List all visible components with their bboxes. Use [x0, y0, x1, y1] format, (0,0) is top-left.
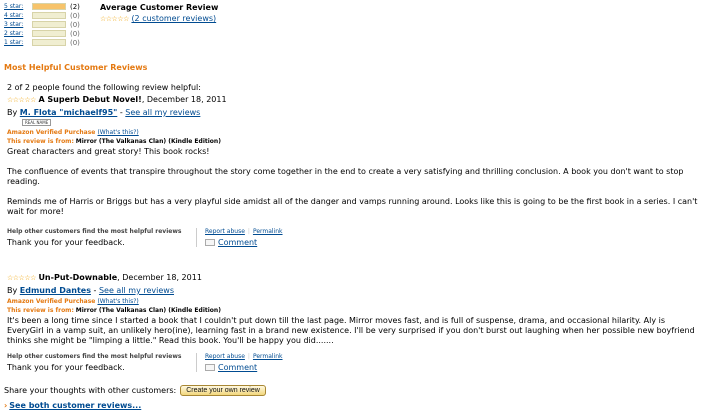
comment-link[interactable]: Comment — [218, 363, 257, 372]
histogram-bar — [32, 3, 66, 10]
review-paragraph: It's been a long time since I started a … — [7, 316, 695, 345]
review-paragraph: The confluence of events that transpire … — [7, 167, 684, 186]
histogram-bar — [32, 30, 66, 37]
permalink-link[interactable]: Permalink — [253, 353, 283, 360]
histogram-label[interactable]: 5 star: — [4, 3, 32, 10]
histogram-fill — [33, 4, 65, 9]
histogram-row-4: 4 star: (0) — [4, 11, 80, 20]
divider: | — [247, 353, 250, 360]
histogram-row-1: 1 star: (0) — [4, 38, 80, 47]
see-both-reviews-link[interactable]: See both customer reviews... — [9, 401, 141, 410]
average-rating-line: ☆☆☆☆☆ (2 customer reviews) — [100, 14, 218, 23]
by-label: By — [7, 286, 18, 295]
by-label: By — [7, 108, 18, 117]
rating-histogram: 5 star: (2) 4 star: (0) 3 star: (0) 2 st… — [4, 2, 80, 47]
review-from: This review is from: Mirror (The Valkana… — [7, 307, 702, 314]
histogram-label: 3 star: — [4, 21, 24, 28]
review-from-label: This review is from: — [7, 138, 74, 145]
histogram-count: (2) — [70, 2, 80, 11]
author-link[interactable]: M. Flota "michaelf95" — [20, 108, 118, 117]
feedback-thanks: Thank you for your feedback. — [7, 363, 125, 372]
feedback-links: Report abuse | Permalink — [205, 353, 283, 360]
review-body: Great characters and great story! This b… — [7, 147, 702, 217]
share-thoughts: Share your thoughts with other customers… — [4, 385, 266, 396]
review-date: , December 18, 2011 — [141, 95, 227, 104]
feedback-help-text: Help other customers find the most helpf… — [7, 353, 182, 360]
comment-control[interactable]: Comment — [205, 238, 283, 247]
feedback-left: Help other customers find the most helpf… — [7, 353, 197, 372]
verified-purchase: Amazon Verified Purchase (What's this?) — [7, 129, 702, 136]
histogram-row-2: 2 star: (0) — [4, 29, 80, 38]
review-title-line: ☆☆☆☆☆ Un-Put-Downable, December 18, 2011 — [7, 273, 702, 282]
review-date: , December 18, 2011 — [117, 273, 202, 282]
report-abuse-link[interactable]: Report abuse — [205, 228, 245, 235]
helpful-count: 2 of 2 people found the following review… — [7, 83, 201, 92]
feedback-thanks: Thank you for your feedback. — [7, 238, 125, 247]
create-review-button[interactable]: Create your own review — [180, 385, 266, 396]
permalink-link[interactable]: Permalink — [253, 228, 283, 235]
histogram-count: (0) — [70, 11, 80, 20]
see-all-reviews-link[interactable]: See all my reviews — [99, 286, 174, 295]
histogram-count: (0) — [70, 20, 80, 29]
comment-icon[interactable] — [205, 239, 215, 246]
histogram-count: (0) — [70, 38, 80, 47]
histogram-bar — [32, 21, 66, 28]
review-from-product: Mirror (The Valkanas Clan) (Kindle Editi… — [75, 138, 221, 145]
divider: | — [247, 228, 250, 235]
histogram-count: (0) — [70, 29, 80, 38]
histogram-label: 1 star: — [4, 39, 24, 46]
review-1: 2 of 2 people found the following review… — [7, 83, 702, 217]
comment-icon[interactable] — [205, 364, 215, 371]
histogram-label: 4 star: — [4, 12, 24, 19]
review-body: It's been a long time since I started a … — [7, 316, 702, 346]
author-line: By M. Flota "michaelf95" - See all my re… — [7, 108, 201, 117]
histogram-bar — [32, 12, 66, 19]
star-rating-icon: ☆☆☆☆☆ — [7, 274, 36, 282]
star-rating-icon: ☆☆☆☆☆ — [100, 15, 129, 23]
customer-reviews-link[interactable]: (2 customer reviews) — [131, 14, 216, 23]
review-title: Un-Put-Downable — [38, 273, 118, 282]
section-title: Most Helpful Customer Reviews — [4, 63, 148, 72]
feedback-box-1: Help other customers find the most helpf… — [7, 228, 702, 247]
review-from: This review is from: Mirror (The Valkana… — [7, 138, 702, 145]
comment-control[interactable]: Comment — [205, 363, 283, 372]
whats-this-link[interactable]: (What's this?) — [97, 298, 138, 305]
arrow-icon: › — [4, 401, 8, 410]
review-paragraph: Great characters and great story! This b… — [7, 147, 210, 156]
real-name-badge[interactable]: REAL NAME — [22, 119, 52, 126]
review-title: A Superb Debut Novel! — [38, 95, 142, 104]
review-from-product: Mirror (The Valkanas Clan) (Kindle Editi… — [75, 307, 221, 314]
histogram-row-5[interactable]: 5 star: (2) — [4, 2, 80, 11]
review-from-label: This review is from: — [7, 307, 74, 314]
average-review: Average Customer Review ☆☆☆☆☆ (2 custome… — [100, 3, 218, 23]
feedback-links: Report abuse | Permalink — [205, 228, 283, 235]
feedback-box-2: Help other customers find the most helpf… — [7, 353, 702, 372]
star-rating-icon: ☆☆☆☆☆ — [7, 96, 36, 104]
author-link[interactable]: Edmund Dantes — [20, 286, 91, 295]
histogram-bar — [32, 39, 66, 46]
see-all-reviews-link[interactable]: See all my reviews — [125, 108, 200, 117]
review-title-line: ☆☆☆☆☆ A Superb Debut Novel!, December 18… — [7, 95, 702, 104]
feedback-right: Report abuse | Permalink Comment — [197, 228, 283, 247]
feedback-right: Report abuse | Permalink Comment — [197, 353, 283, 372]
verified-purchase-label: Amazon Verified Purchase — [7, 298, 96, 305]
feedback-left: Help other customers find the most helpf… — [7, 228, 197, 247]
verified-purchase: Amazon Verified Purchase (What's this?) — [7, 298, 702, 305]
histogram-label: 2 star: — [4, 30, 24, 37]
average-review-title: Average Customer Review — [100, 3, 219, 12]
histogram-row-3: 3 star: (0) — [4, 20, 80, 29]
feedback-help-text: Help other customers find the most helpf… — [7, 228, 182, 235]
whats-this-link[interactable]: (What's this?) — [97, 129, 138, 136]
share-text: Share your thoughts with other customers… — [4, 386, 177, 395]
comment-link[interactable]: Comment — [218, 238, 257, 247]
verified-purchase-label: Amazon Verified Purchase — [7, 129, 96, 136]
review-paragraph: Reminds me of Harris or Briggs but has a… — [7, 197, 698, 216]
review-2: ☆☆☆☆☆ Un-Put-Downable, December 18, 2011… — [7, 270, 702, 346]
see-both-line: › See both customer reviews... — [4, 401, 141, 410]
report-abuse-link[interactable]: Report abuse — [205, 353, 245, 360]
author-line: By Edmund Dantes - See all my reviews — [7, 286, 175, 295]
